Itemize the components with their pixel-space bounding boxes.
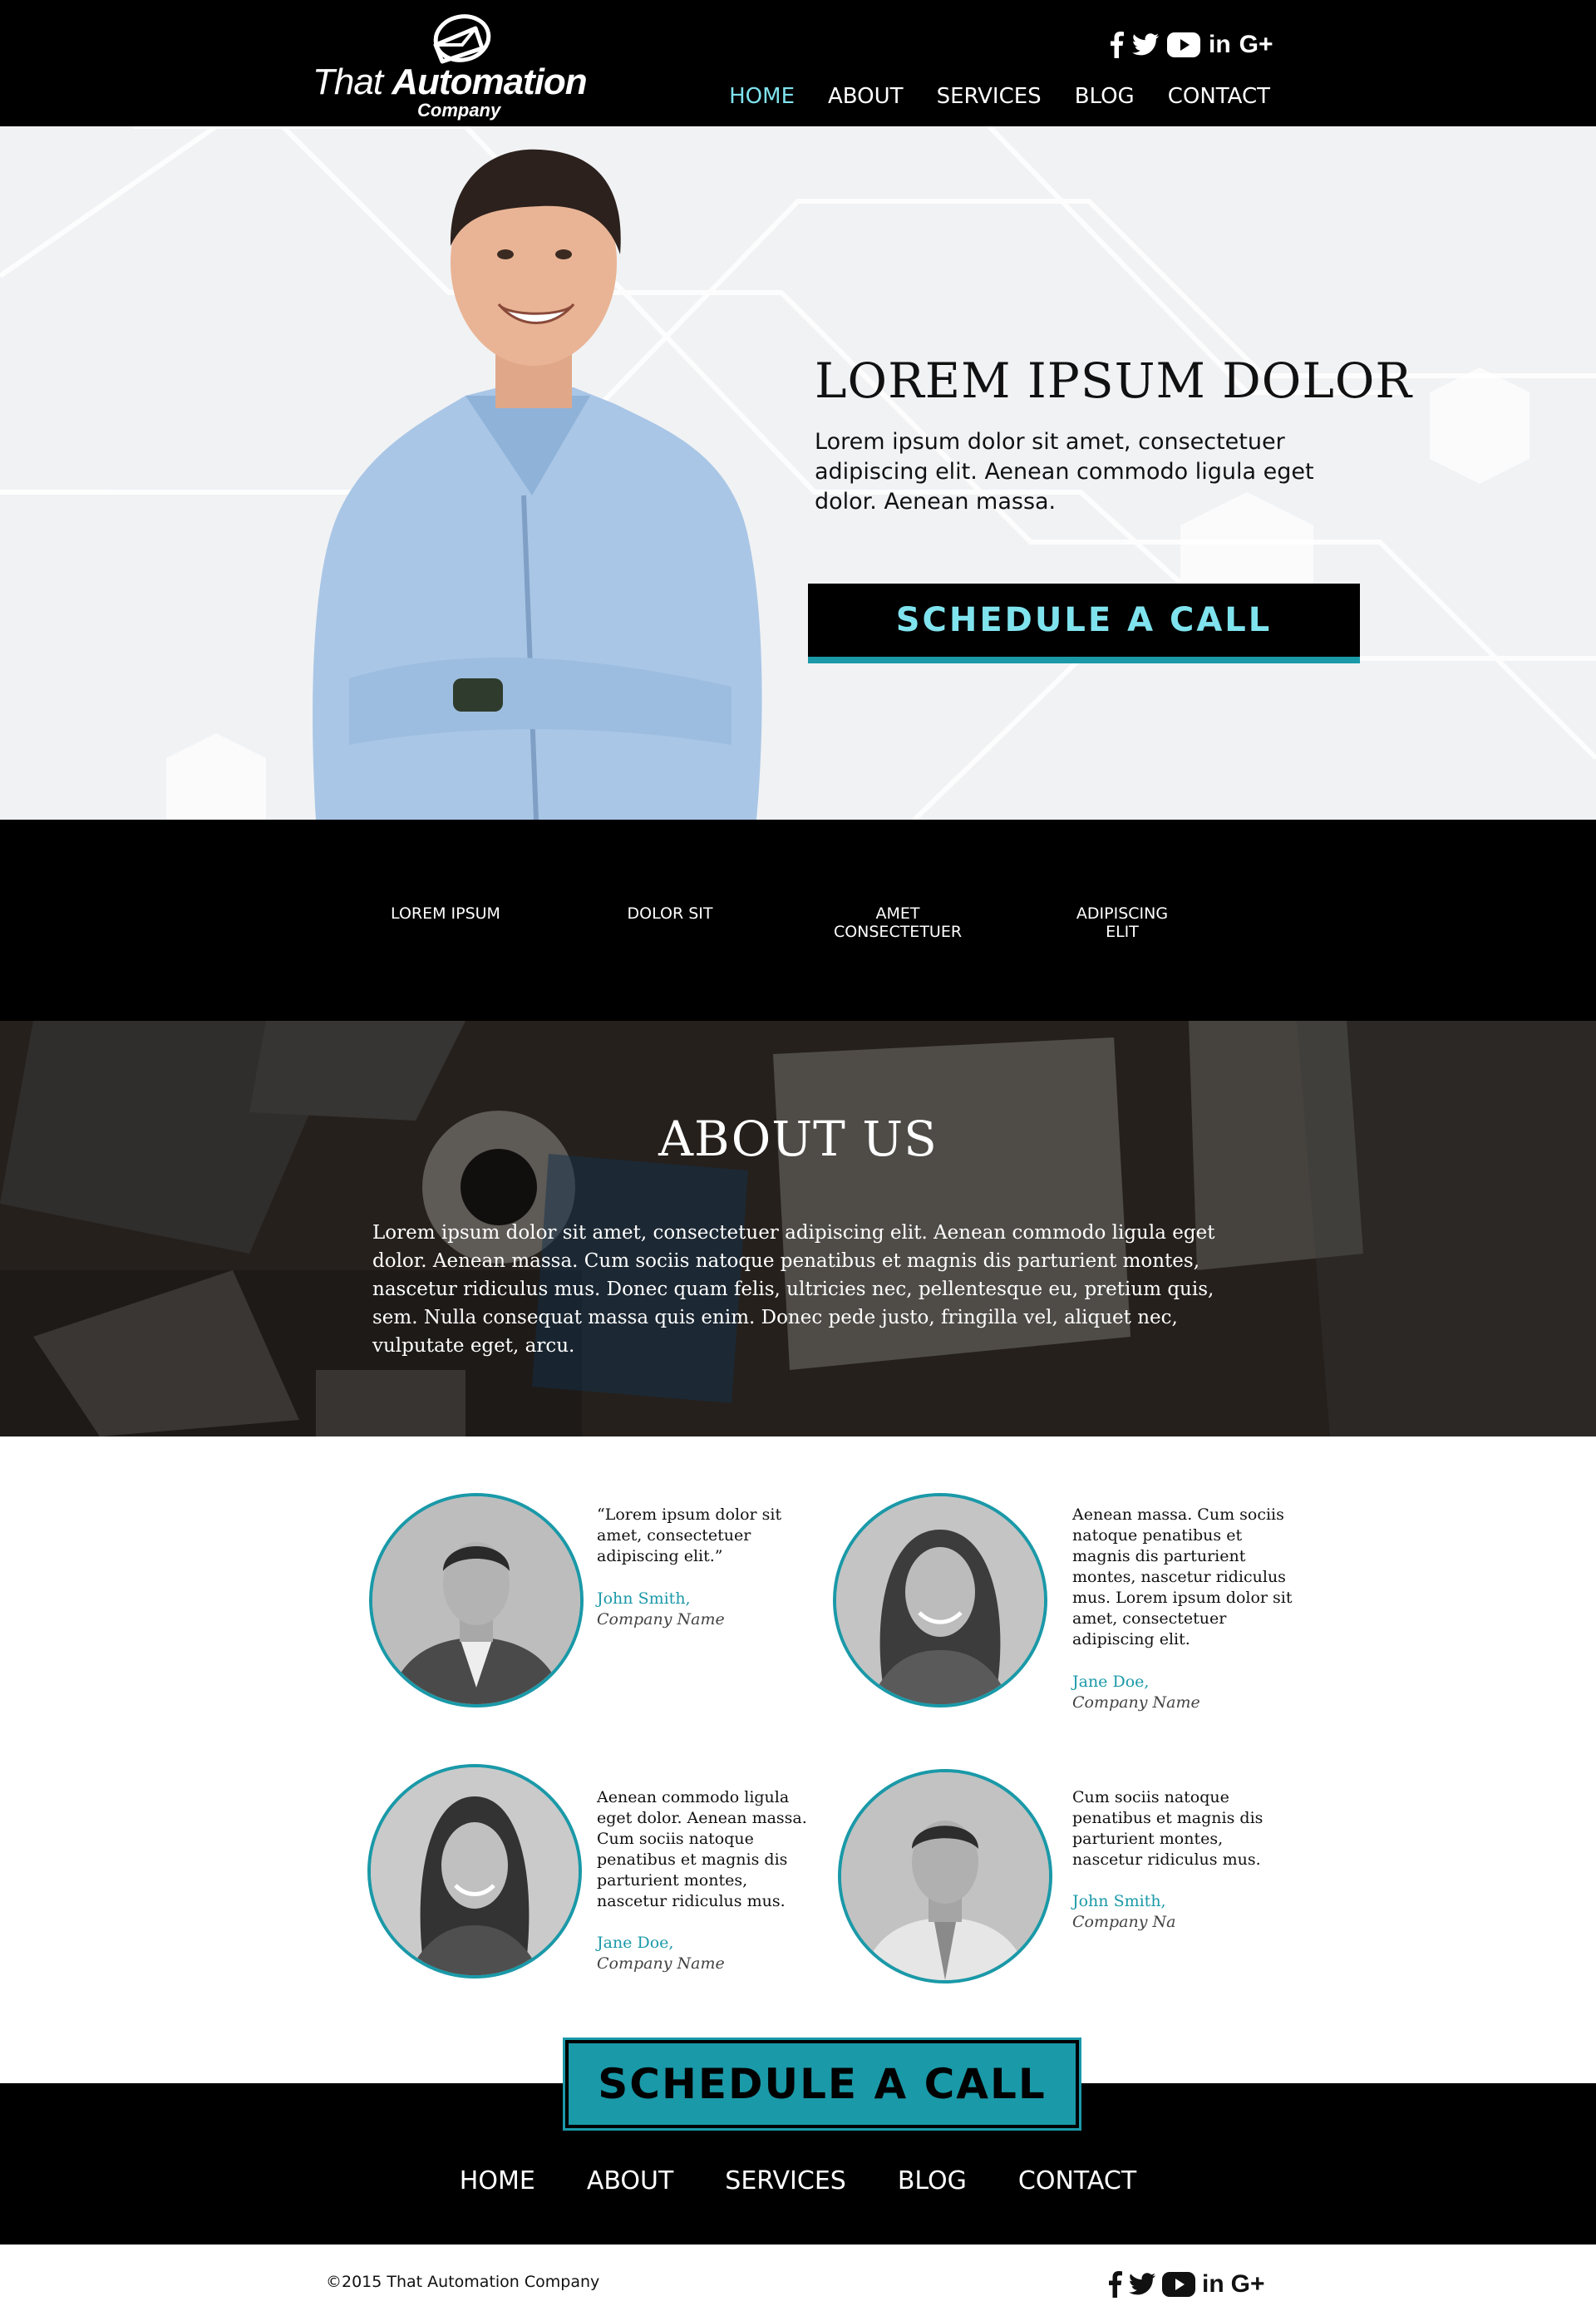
footer-social-links: in G+ [1109, 2268, 1265, 2301]
youtube-icon[interactable] [1167, 32, 1200, 57]
company-logo[interactable]: That Automation Company [313, 7, 620, 123]
envelope-logo-icon [433, 14, 491, 64]
testimonial-author-company: Company Na [1072, 1913, 1176, 1931]
testimonial-author-company: Company Name [597, 1954, 725, 1973]
testimonial-quote: Aenean massa. Cum sociis natoque penatib… [1072, 1505, 1293, 1648]
footer-nav-blog[interactable]: BLOG [898, 2166, 967, 2195]
testimonial-author-name[interactable]: John Smith, [1072, 1892, 1166, 1910]
linkedin-icon[interactable]: in [1209, 28, 1231, 62]
feature-item[interactable]: LOREM IPSUM [354, 904, 537, 923]
header-social-links: in G+ [1111, 28, 1273, 62]
about-section: ABOUT US Lorem ipsum dolor sit amet, con… [0, 1021, 1596, 1436]
linkedin-icon[interactable]: in [1202, 2268, 1224, 2301]
testimonial-quote: Aenean commodo ligula eget dolor. Aenean… [597, 1788, 807, 1910]
footer-schedule-call-button[interactable]: SCHEDULE A CALL [563, 2038, 1081, 2131]
features-strip: LOREM IPSUM DOLOR SIT AMET CONSECTETUER … [0, 820, 1596, 1021]
feature-item[interactable]: DOLOR SIT [579, 904, 761, 923]
nav-home[interactable]: HOME [729, 80, 795, 113]
google-plus-icon[interactable]: G+ [1239, 28, 1273, 62]
footer-nav-contact[interactable]: CONTACT [1018, 2166, 1136, 2195]
testimonial-author-name[interactable]: John Smith, [597, 1589, 691, 1608]
site-header: That Automation Company in G+ HOME ABOUT… [0, 0, 1596, 126]
footer-nav-about[interactable]: ABOUT [587, 2166, 673, 2195]
testimonial-quote: Cum sociis natoque penatibus et magnis d… [1072, 1788, 1264, 1869]
hero-title: LOREM IPSUM DOLOR [815, 352, 1413, 409]
feature-item[interactable]: AMET CONSECTETUER [806, 904, 989, 941]
feature-label: DOLOR SIT [627, 904, 713, 923]
footer-nav: HOME ABOUT SERVICES BLOG CONTACT [0, 2166, 1596, 2195]
testimonial-avatar [833, 1493, 1047, 1707]
google-plus-icon[interactable]: G+ [1231, 2268, 1265, 2301]
youtube-icon[interactable] [1162, 2272, 1195, 2297]
testimonial-avatar [838, 1769, 1052, 1983]
facebook-icon[interactable] [1111, 32, 1124, 58]
feature-label: ADIPISCING [1076, 904, 1169, 923]
feature-label: LOREM IPSUM [391, 904, 500, 923]
hero-schedule-call-button[interactable]: SCHEDULE A CALL [808, 584, 1360, 663]
twitter-icon[interactable] [1129, 2273, 1155, 2296]
about-title: ABOUT US [658, 1111, 938, 1167]
twitter-icon[interactable] [1132, 33, 1159, 57]
facebook-icon[interactable] [1109, 2271, 1122, 2298]
testimonial-author-name[interactable]: Jane Doe, [1072, 1673, 1149, 1691]
hero-section: LOREM IPSUM DOLOR Lorem ipsum dolor sit … [0, 126, 1596, 820]
feature-item[interactable]: ADIPISCING ELIT [1031, 904, 1214, 941]
nav-contact[interactable]: CONTACT [1168, 80, 1270, 113]
nav-about[interactable]: ABOUT [828, 80, 904, 113]
logo-wordmark: That Automation [313, 62, 588, 102]
footer-nav-home[interactable]: HOME [460, 2166, 535, 2195]
feature-label-line2: ELIT [1106, 923, 1139, 941]
testimonial-author-company: Company Name [1072, 1693, 1200, 1712]
feature-label: AMET [875, 904, 920, 923]
nav-services[interactable]: SERVICES [937, 80, 1042, 113]
feature-label-line2: CONSECTETUER [833, 923, 963, 941]
testimonial-author-company: Company Name [597, 1610, 725, 1629]
testimonial-author-name[interactable]: Jane Doe, [597, 1934, 673, 1952]
copyright-text: ©2015 That Automation Company [326, 2273, 600, 2291]
hero-background-pattern [0, 126, 1596, 820]
nav-blog[interactable]: BLOG [1075, 80, 1135, 113]
about-text: Lorem ipsum dolor sit amet, consectetuer… [372, 1222, 1215, 1357]
footer-nav-services[interactable]: SERVICES [725, 2166, 846, 2195]
main-nav: HOME ABOUT SERVICES BLOG CONTACT [729, 80, 1270, 113]
logo-subtitle: Company [417, 100, 501, 121]
testimonial-avatar [369, 1493, 584, 1707]
testimonial-quote: “Lorem ipsum dolor sit amet, consectetue… [597, 1505, 782, 1565]
testimonial-avatar [367, 1764, 582, 1978]
hero-man-photo [313, 149, 762, 820]
hero-text: Lorem ipsum dolor sit amet, consectetuer… [815, 429, 1314, 515]
